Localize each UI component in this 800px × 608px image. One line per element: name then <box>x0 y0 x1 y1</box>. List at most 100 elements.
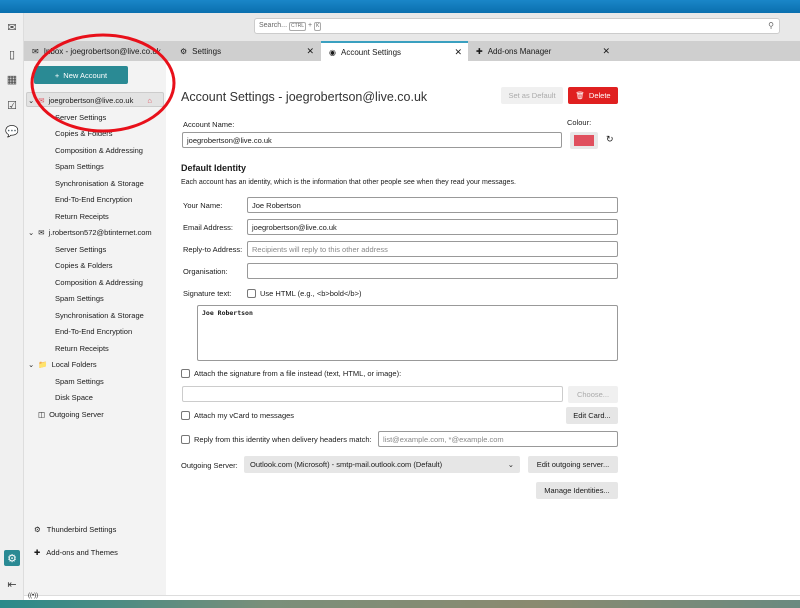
tab-bar: ✉ Inbox - joegrobertson@live.co.uk ⚙ Setti… <box>24 41 800 61</box>
outgoing-server-select[interactable]: Outlook.com (Microsoft) - smtp-mail.outl… <box>244 456 520 473</box>
account-row[interactable]: ⌄ 📁 Local Folders <box>28 360 97 369</box>
your-name-input[interactable]: Joe Robertson <box>247 197 618 213</box>
account-subitem[interactable]: Server Settings <box>55 113 106 122</box>
account-subitem[interactable]: Return Receipts <box>55 212 109 221</box>
use-html-label: Use HTML (e.g., <b>bold</b>) <box>260 289 362 298</box>
edit-outgoing-server-button[interactable]: Edit outgoing server... <box>528 456 618 473</box>
colour-label: Colour: <box>567 118 592 127</box>
online-status-icon[interactable]: ((•)) <box>28 593 38 599</box>
tab-addons-manager[interactable]: ✚ Add-ons Manager ✕ <box>468 41 616 61</box>
account-subitem[interactable]: Disk Space <box>55 393 93 402</box>
trash-icon: 🗑 <box>575 91 585 100</box>
use-html-checkbox[interactable] <box>247 289 256 298</box>
addons-themes-link[interactable]: ✚ Add-ons and Themes <box>34 548 118 557</box>
account-icon: ✉ <box>38 96 45 105</box>
account-subitem[interactable]: Copies & Folders <box>55 129 113 138</box>
link-label: Add-ons and Themes <box>46 548 118 557</box>
new-account-button[interactable]: + New Account <box>34 66 128 84</box>
close-icon[interactable]: ✕ <box>306 46 314 57</box>
attach-signature-checkbox[interactable] <box>181 369 190 378</box>
chat-icon[interactable]: 💬 <box>4 123 20 139</box>
account-subitem[interactable]: Synchronisation & Storage <box>55 311 144 320</box>
organisation-input[interactable] <box>247 263 618 279</box>
chevron-down-icon[interactable]: ⌄ <box>28 360 34 369</box>
reply-from-input[interactable]: list@example.com, *@example.com <box>378 431 618 447</box>
kbd-plus: + <box>307 22 313 29</box>
tab-label: Add-ons Manager <box>487 46 552 56</box>
signature-textarea[interactable]: Joe Robertson <box>197 305 618 361</box>
attach-vcard-checkbox[interactable] <box>181 411 190 420</box>
colour-picker[interactable] <box>570 132 598 149</box>
section-heading: Default Identity <box>181 163 247 173</box>
search-icon: ⚲ <box>768 21 774 30</box>
reset-colour-icon[interactable]: ↻ <box>606 134 614 145</box>
reply-to-label: Reply-to Address: <box>183 245 243 254</box>
tab-inbox[interactable]: ✉ Inbox - joegrobertson@live.co.uk <box>24 41 172 61</box>
button-label: Delete <box>588 91 611 100</box>
account-name: joegrobertson@live.co.uk <box>48 96 134 105</box>
kbd-ctrl: CTRL <box>288 22 307 31</box>
account-subitem[interactable]: Spam Settings <box>55 377 104 386</box>
folder-icon: 📁 <box>38 360 48 369</box>
account-subitem[interactable]: Composition & Addressing <box>55 278 143 287</box>
tab-account-settings[interactable]: ◉ Account Settings ✕ <box>321 41 468 61</box>
account-subitem[interactable]: Synchronisation & Storage <box>55 179 144 188</box>
attach-signature-label: Attach the signature from a file instead… <box>194 369 402 378</box>
account-row[interactable]: ⌄ ✉ joegrobertson@live.co.uk ⌂ <box>28 96 152 105</box>
account-subitem[interactable]: End-To-End Encryption <box>55 195 132 204</box>
account-name: j.robertson572@btinternet.com <box>48 228 152 237</box>
account-subitem[interactable]: Copies & Folders <box>55 261 113 270</box>
attach-vcard-label: Attach my vCard to messages <box>194 411 295 420</box>
account-subitem[interactable]: Server Settings <box>55 245 106 254</box>
email-label: Email Address: <box>183 223 234 232</box>
search-placeholder: Search... <box>259 22 288 29</box>
account-subitem[interactable]: Spam Settings <box>55 294 104 303</box>
reply-from-checkbox[interactable] <box>181 435 190 444</box>
account-subitem[interactable]: Return Receipts <box>55 344 109 353</box>
tab-label: Inbox - joegrobertson@live.co.uk <box>43 46 161 56</box>
default-account-icon: ⌂ <box>147 96 152 105</box>
chevron-down-icon[interactable]: ⌄ <box>28 228 34 237</box>
title-bar <box>0 0 800 13</box>
outgoing-server-item[interactable]: ◫ Outgoing Server <box>38 410 104 419</box>
search-input[interactable]: Search... CTRL + K ⚲ <box>254 18 780 34</box>
select-value: Outlook.com (Microsoft) - smtp-mail.outl… <box>250 460 443 469</box>
account-icon: ◉ <box>329 47 336 57</box>
manage-identities-button[interactable]: Manage Identities... <box>536 482 618 499</box>
tab-label: Settings <box>192 46 222 56</box>
collapse-icon[interactable]: ⇤ <box>4 576 20 592</box>
desktop-background <box>0 600 800 608</box>
account-subitem[interactable]: End-To-End Encryption <box>55 327 132 336</box>
plus-icon: + <box>54 70 60 80</box>
reply-to-input[interactable]: Recipients will reply to this other addr… <box>247 241 618 257</box>
account-row[interactable]: ⌄ ✉ j.robertson572@btinternet.com <box>28 228 152 237</box>
account-name-input[interactable]: joegrobertson@live.co.uk <box>182 132 562 148</box>
calendar-icon[interactable]: ▦ <box>4 71 20 87</box>
account-subitem[interactable]: Spam Settings <box>55 162 104 171</box>
chevron-down-icon: ⌄ <box>507 460 514 469</box>
tab-settings[interactable]: ⚙ Settings ✕ <box>172 41 320 61</box>
thunderbird-settings-link[interactable]: ⚙ Thunderbird Settings <box>34 525 116 534</box>
mail-icon[interactable]: ✉ <box>4 19 20 35</box>
signature-file-input[interactable] <box>182 386 563 402</box>
page-title: Account Settings - joegrobertson@live.co… <box>181 90 428 104</box>
email-input[interactable]: joegrobertson@live.co.uk <box>247 219 618 235</box>
tasks-icon[interactable]: ☑ <box>4 97 20 113</box>
kbd-k: K <box>314 22 322 31</box>
edit-card-button[interactable]: Edit Card... <box>566 407 618 424</box>
settings-icon[interactable]: ⚙ <box>4 550 20 566</box>
identity-description: Each account has an identity, which is t… <box>181 179 516 186</box>
reply-from-label: Reply from this identity when delivery h… <box>194 435 372 444</box>
button-label: New Account <box>63 70 108 80</box>
close-icon[interactable]: ✕ <box>454 47 462 58</box>
address-book-icon[interactable]: ▯ <box>4 46 20 62</box>
account-subitem[interactable]: Composition & Addressing <box>55 146 143 155</box>
delete-button[interactable]: 🗑 Delete <box>568 87 618 104</box>
account-icon: ✉ <box>38 228 45 237</box>
choose-button[interactable]: Choose... <box>568 386 618 403</box>
link-label: Thunderbird Settings <box>46 525 117 534</box>
chevron-down-icon[interactable]: ⌄ <box>28 96 34 105</box>
set-default-button[interactable]: Set as Default <box>501 87 563 104</box>
puzzle-icon: ✚ <box>476 46 483 56</box>
close-icon[interactable]: ✕ <box>602 46 610 57</box>
